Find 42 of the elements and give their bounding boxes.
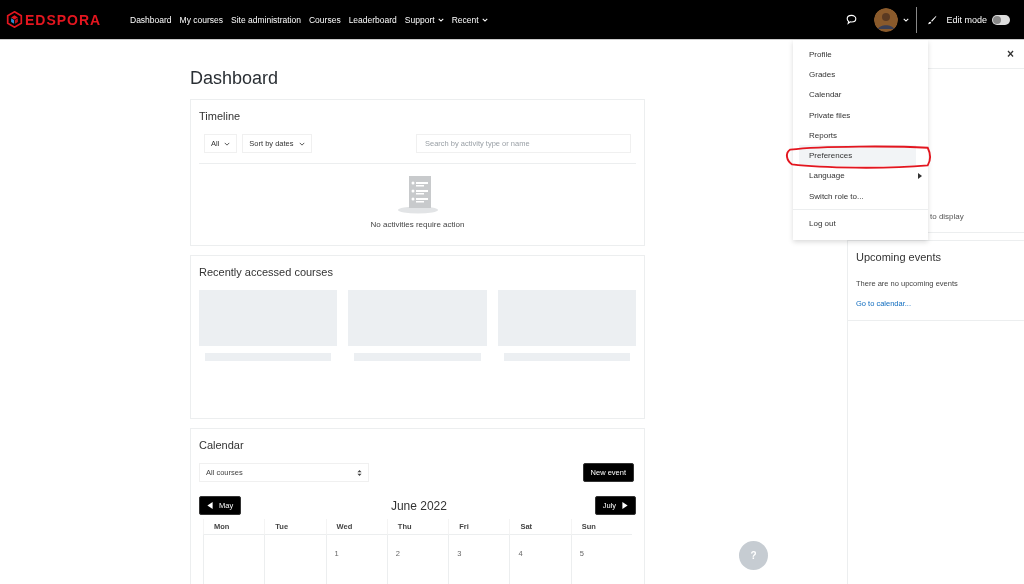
menu-item[interactable]: Profile: [793, 44, 928, 65]
left-triangle-icon: [207, 502, 213, 509]
menu-item[interactable]: Grades: [793, 64, 928, 85]
nav-link[interactable]: My courses: [179, 14, 224, 25]
right-triangle-icon: [622, 502, 628, 509]
menu-item[interactable]: Switch role to...: [793, 186, 928, 207]
menu-item[interactable]: Reports: [793, 125, 928, 146]
chat-bubble-icon[interactable]: [846, 14, 858, 25]
brush-icon: [927, 14, 938, 25]
block-message: to display: [930, 212, 964, 221]
nav-link[interactable]: Courses: [309, 14, 341, 25]
card-title: Timeline: [199, 110, 242, 122]
right-triangle-icon: [918, 172, 922, 179]
empty-message: No activities require action: [370, 220, 465, 229]
card-title: Calendar: [199, 439, 245, 451]
menu-item[interactable]: Calendar: [793, 84, 928, 105]
up-down-arrows-icon: [357, 468, 362, 477]
block-title: Upcoming events: [856, 251, 942, 263]
edit-mode-toggle[interactable]: [992, 14, 1010, 25]
nav-link[interactable]: Dashboard: [130, 14, 172, 25]
nav-link[interactable]: Recent: [451, 14, 488, 25]
page-title: Dashboard: [190, 68, 280, 89]
menu-item[interactable]: Log out: [793, 213, 928, 234]
chevron-down-icon: [298, 141, 305, 146]
menu-item[interactable]: Private files: [793, 104, 928, 126]
close-button[interactable]: ×: [1007, 47, 1024, 61]
menu-item[interactable]: Preferences: [799, 145, 916, 166]
menu-item[interactable]: Language: [793, 165, 928, 187]
chevron-down-icon: [481, 17, 488, 22]
caret-icon[interactable]: [903, 17, 910, 22]
edit-mode-label: Edit mode: [946, 14, 987, 25]
card-title: Recently accessed courses: [199, 266, 334, 278]
site-logo[interactable]: EDSPORA: [25, 11, 102, 28]
cube-logo-icon: [6, 11, 23, 28]
nav-link[interactable]: Support: [404, 14, 444, 25]
list-document-icon: [395, 174, 440, 214]
user-avatar[interactable]: [874, 7, 899, 32]
nav-link[interactable]: Site administration: [231, 14, 301, 25]
chevron-down-icon: [437, 17, 444, 22]
month-title: June 2022: [390, 498, 447, 513]
chevron-down-icon: [224, 141, 231, 146]
nav-link[interactable]: Leaderboard: [348, 14, 397, 25]
